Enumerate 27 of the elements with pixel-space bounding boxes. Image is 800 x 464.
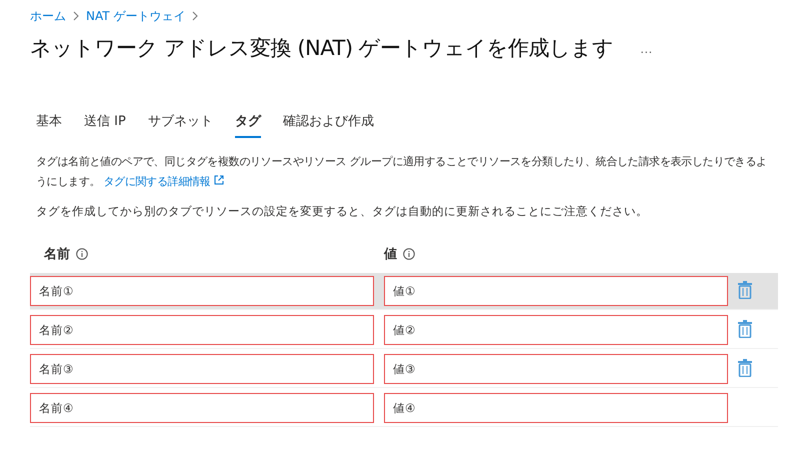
note-text: タグを作成してから別のタブでリソースの設定を変更すると、タグは自動的に更新されることにご注意ください。 xyxy=(36,204,649,219)
breadcrumb-link[interactable]: NAT ゲートウェイ xyxy=(86,8,186,24)
value-field[interactable]: 値① xyxy=(384,276,728,306)
name-field[interactable]: 名前② xyxy=(30,315,374,345)
value-field[interactable]: 値③ xyxy=(384,354,728,384)
chevron-icon xyxy=(72,11,80,21)
value-field[interactable]: 値④ xyxy=(384,393,728,423)
name-field[interactable]: 名前③ xyxy=(30,354,374,384)
name-field[interactable]: 名前④ xyxy=(30,393,374,423)
tab[interactable]: 基本 xyxy=(36,112,62,138)
page-title: ネットワーク アドレス変換 (NAT) ゲートウェイを作成します xyxy=(30,35,614,62)
tab[interactable]: 確認および作成 xyxy=(282,112,374,138)
external-link-icon xyxy=(214,175,224,185)
more-button[interactable]: … xyxy=(640,40,653,56)
info-icon[interactable] xyxy=(76,248,88,260)
chevron-icon xyxy=(191,11,200,21)
breadcrumb-link[interactable]: ホーム xyxy=(30,8,66,24)
tab[interactable]: サブネット xyxy=(148,112,213,138)
tab[interactable]: 送信 IP xyxy=(84,112,126,138)
info-icon[interactable] xyxy=(403,248,415,260)
column-header: 名前 xyxy=(44,246,70,263)
learn-more-link[interactable]: タグに関する詳細情報 xyxy=(103,175,224,188)
description-text: タグは名前と値のペアで、同じタグを複数のリソースやリソース グループに適用することでリソースを分類したり、統合した請求を表示したりできるようにします。 タグに関する詳細情報 xyxy=(36,154,768,190)
column-header: 値 xyxy=(384,246,397,263)
value-field[interactable]: 値② xyxy=(384,315,728,345)
name-field[interactable]: 名前① xyxy=(30,276,374,306)
tab[interactable]: タグ xyxy=(234,112,261,138)
